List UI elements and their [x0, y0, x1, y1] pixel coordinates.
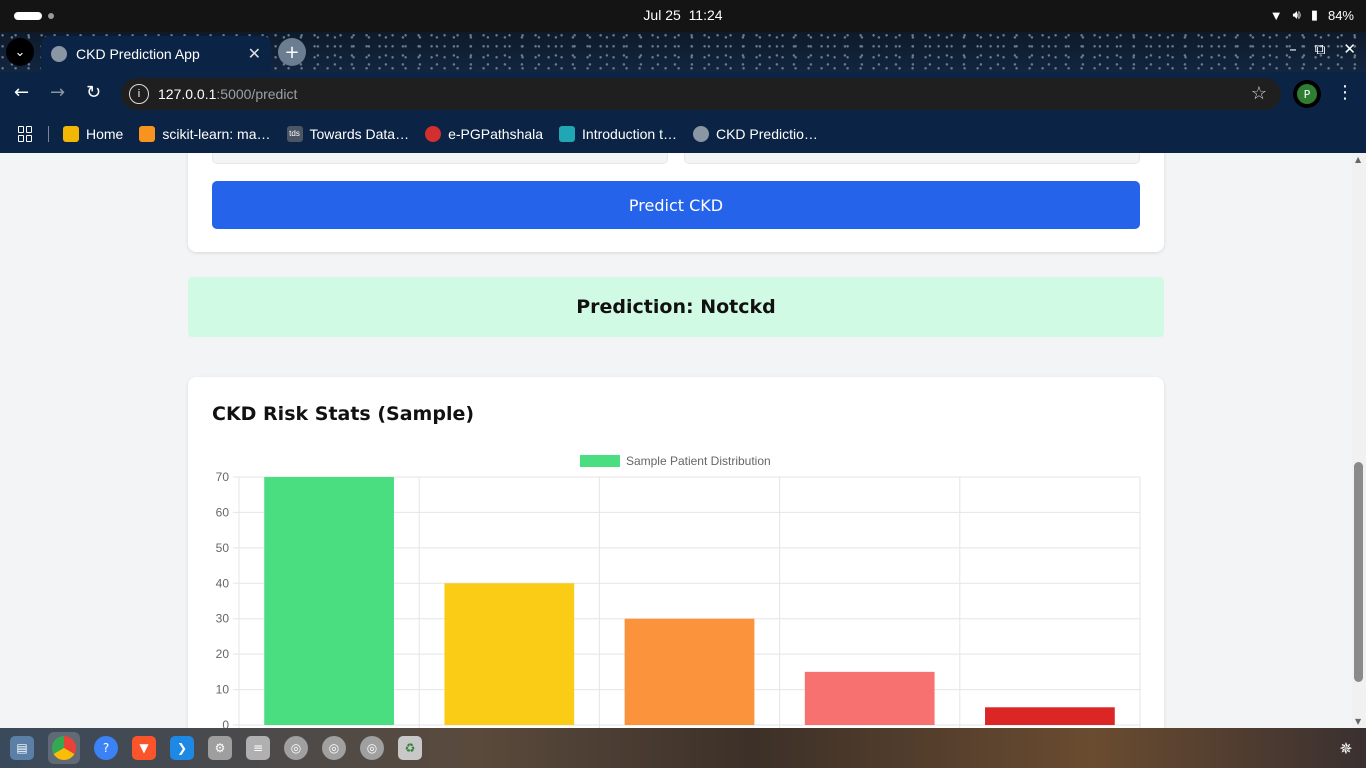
apps-grid-icon[interactable]	[18, 125, 34, 142]
chrome-icon[interactable]	[48, 732, 80, 764]
show-apps-icon[interactable]: ✵	[1334, 736, 1358, 760]
predict-ckd-button[interactable]: Predict CKD	[212, 181, 1140, 229]
new-tab-button[interactable]: +	[278, 38, 306, 66]
battery-percent: 84%	[1327, 7, 1354, 23]
disk-icon[interactable]: ◎	[322, 736, 346, 760]
forward-icon[interactable]: →	[50, 82, 65, 104]
bookmark-home[interactable]: Home	[63, 125, 124, 142]
y-tick-label: 30	[216, 612, 230, 626]
vscode-icon[interactable]: ❯	[170, 736, 194, 760]
browser-toolbar: ← → ↻ i 127.0.0.1:5000/predict ☆ P ⋮	[0, 72, 1366, 114]
back-icon[interactable]: ←	[14, 82, 29, 104]
settings-icon[interactable]: ⚙	[208, 736, 232, 760]
bookmark-label: e-PGPathshala	[448, 125, 544, 142]
tab-strip: ⌄ CKD Prediction App ✕ + – ⧉ ✕	[0, 32, 1366, 72]
date-label: Jul 25	[643, 7, 681, 23]
form-input-left[interactable]	[212, 153, 668, 164]
battery-icon: ▮	[1310, 7, 1318, 22]
page-viewport: Predict CKD Prediction: Notckd CKD Risk …	[0, 153, 1352, 728]
form-input-right[interactable]	[684, 153, 1140, 164]
bookmarks-bar: Home scikit-learn: ma… tds Towards Data… …	[0, 114, 1366, 153]
url-host: 127.0.0.1	[158, 86, 217, 102]
prediction-result: Prediction: Notckd	[188, 277, 1164, 337]
system-tray[interactable]: ▼ 🔊︎ ▮ 84%	[1270, 7, 1354, 23]
tds-icon: tds	[286, 125, 303, 142]
site-info-icon[interactable]: i	[129, 84, 149, 104]
chart-bar	[444, 583, 575, 725]
brave-icon[interactable]: ▼	[132, 736, 156, 760]
bookmark-label: Home	[86, 125, 124, 142]
globe-icon	[692, 125, 709, 142]
close-window-icon[interactable]: ✕	[1343, 40, 1356, 58]
profile-button[interactable]: P	[1293, 80, 1321, 108]
introduction-icon	[559, 125, 576, 142]
y-tick-label: 10	[216, 683, 230, 697]
avatar: P	[1297, 84, 1317, 104]
y-tick-label: 40	[216, 576, 230, 590]
legend-swatch	[579, 455, 620, 467]
help-icon[interactable]: ?	[94, 736, 118, 760]
ckd-risk-stats-card: CKD Risk Stats (Sample) 0 10 20 30 40 50 60 70 S…	[188, 377, 1164, 728]
epg-icon	[425, 125, 442, 142]
y-tick-label: 60	[216, 505, 230, 519]
plus-icon: +	[284, 41, 300, 63]
y-tick-label: 20	[216, 647, 230, 661]
bookmark-ckd-prediction[interactable]: CKD Predictio…	[692, 125, 818, 142]
chart-bar	[985, 707, 1115, 725]
legend-label: Sample Patient Distribution	[626, 454, 771, 468]
bookmarks-divider	[48, 125, 49, 142]
minimize-icon[interactable]: –	[1289, 40, 1297, 58]
bookmark-epgpathshala[interactable]: e-PGPathshala	[425, 125, 544, 142]
bookmark-label: Introduction t…	[582, 125, 677, 142]
close-tab-icon[interactable]: ✕	[248, 44, 261, 64]
prediction-form-card: Predict CKD	[188, 153, 1164, 252]
ckd-risk-bar-chart: 0 10 20 30 40 50 60 70 Sample Patient Distributi…	[216, 454, 1141, 728]
tab-ckd-prediction[interactable]: CKD Prediction App ✕	[41, 36, 271, 72]
home-folder-icon	[63, 125, 79, 142]
bookmark-towards-data[interactable]: tds Towards Data…	[286, 125, 410, 142]
chart-bar	[804, 671, 935, 725]
scikit-learn-icon	[139, 125, 156, 142]
clock[interactable]: Jul 25 11:24	[0, 7, 1366, 23]
disk-icon[interactable]: ◎	[360, 736, 384, 760]
bookmark-star-icon[interactable]: ☆	[1251, 83, 1267, 104]
y-tick-label: 70	[216, 470, 230, 484]
scroll-up-icon[interactable]: ▲	[1355, 155, 1361, 164]
archive-icon[interactable]: ≡	[246, 736, 270, 760]
tab-title: CKD Prediction App	[76, 46, 200, 62]
chart-bar	[264, 477, 394, 725]
volume-icon: 🔊︎	[1292, 7, 1301, 22]
globe-icon	[51, 46, 67, 62]
scroll-down-icon[interactable]: ▼	[1355, 717, 1361, 726]
reload-icon[interactable]: ↻	[86, 82, 101, 104]
kebab-menu-icon[interactable]: ⋮	[1336, 82, 1354, 103]
url-path: :5000/predict	[216, 86, 298, 102]
bookmark-label: Towards Data…	[309, 125, 410, 142]
bookmark-label: CKD Predictio…	[715, 125, 818, 142]
os-taskbar: ▤ ? ▼ ❯ ⚙ ≡ ◎ ◎ ◎ ♻ ✵	[0, 728, 1366, 768]
bookmark-scikit-learn[interactable]: scikit-learn: ma…	[139, 125, 271, 142]
wifi-icon: ▼	[1269, 7, 1283, 23]
chevron-down-icon: ⌄	[14, 44, 26, 60]
os-top-bar: Jul 25 11:24 ▼ 🔊︎ ▮ 84%	[0, 0, 1366, 32]
chart-bar	[624, 618, 755, 725]
disk-icon[interactable]: ◎	[284, 736, 308, 760]
restore-icon[interactable]: ⧉	[1315, 40, 1326, 58]
time-label: 11:24	[688, 7, 723, 23]
y-tick-label: 50	[216, 541, 230, 555]
page-scrollbar[interactable]: ▲ ▼	[1352, 153, 1366, 728]
window-controls: – ⧉ ✕	[1289, 40, 1356, 58]
y-tick-label: 0	[222, 718, 229, 728]
bookmark-introduction[interactable]: Introduction t…	[559, 125, 677, 142]
scroll-thumb[interactable]	[1354, 462, 1363, 682]
files-icon[interactable]: ▤	[10, 736, 34, 760]
tab-search-button[interactable]: ⌄	[6, 38, 34, 66]
bookmark-label: scikit-learn: ma…	[162, 125, 271, 142]
recycle-icon[interactable]: ♻	[398, 736, 422, 760]
address-bar[interactable]: i 127.0.0.1:5000/predict ☆	[121, 78, 1281, 110]
